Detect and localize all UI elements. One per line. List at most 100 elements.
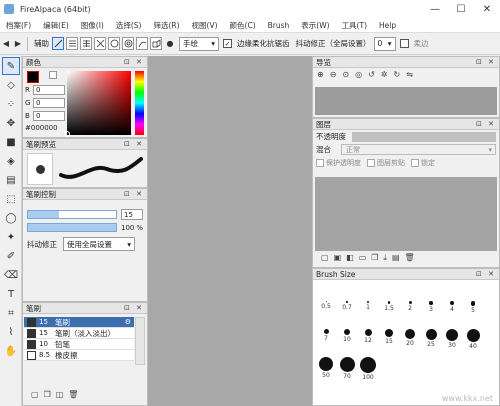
foreground-color-swatch[interactable]	[27, 71, 39, 83]
panel-pin-close-icon[interactable]: ⊡ ✕	[124, 58, 144, 66]
menu-help[interactable]: Help	[373, 21, 402, 30]
layer-blend-select[interactable]: 正常 ▾	[341, 144, 496, 155]
snap-circle-icon[interactable]	[122, 37, 134, 50]
new-1bit-layer-icon[interactable]: ◧	[346, 253, 354, 263]
menu-edit[interactable]: 编辑(E)	[37, 20, 75, 31]
brush-size-cell[interactable]: 7	[317, 329, 335, 342]
toolbar-next-icon[interactable]: ▶	[12, 37, 24, 51]
panel-pin-close-icon[interactable]: ⊡ ✕	[476, 58, 496, 66]
divide-tool-icon[interactable]: ⌗	[2, 304, 20, 322]
dot-tool-icon[interactable]: ⁘	[2, 95, 20, 113]
stabilizer-select[interactable]: 0 ▾	[373, 36, 396, 51]
snap-cross-icon[interactable]	[80, 37, 92, 50]
clear-layer-icon[interactable]: ▤	[392, 253, 400, 263]
eraser-tool-icon[interactable]: ◇	[2, 76, 20, 94]
menu-window[interactable]: 表示(W)	[295, 20, 335, 31]
rotate-right-icon[interactable]: ↻	[394, 70, 401, 79]
layer-opacity-slider[interactable]	[352, 131, 496, 142]
lock-checkbox[interactable]: 锁定	[411, 158, 435, 168]
brush-list-item[interactable]: 15 笔刷 ⚙	[24, 317, 134, 328]
brush-size-cell[interactable]: 100	[359, 357, 377, 381]
hex-value[interactable]: #000000	[25, 124, 65, 132]
brush-size-cell[interactable]: 3	[422, 301, 440, 313]
new-layer-icon[interactable]: ▢	[321, 253, 329, 263]
close-button[interactable]: ✕	[474, 0, 500, 18]
lasso-tool-icon[interactable]: ◯	[2, 209, 20, 227]
brush-size-cell[interactable]: 10	[338, 329, 356, 343]
trash-icon[interactable]: 🗑	[68, 390, 78, 399]
move-tool-icon[interactable]: ✥	[2, 114, 20, 132]
menu-filter[interactable]: 筛选(R)	[147, 20, 185, 31]
menu-file[interactable]: 档案(F)	[0, 20, 37, 31]
brush-size-cell[interactable]: 25	[422, 329, 440, 348]
magic-wand-icon[interactable]: ✦	[2, 228, 20, 246]
folder-icon[interactable]: ▭	[359, 253, 367, 263]
r-field[interactable]: 0	[33, 85, 65, 95]
bucket-tool-icon[interactable]: ◈	[2, 152, 20, 170]
select-tool-icon[interactable]: ⬚	[2, 190, 20, 208]
brush-size-cell[interactable]: 2	[401, 301, 419, 312]
zoom-out-icon[interactable]: ⊖	[330, 70, 337, 79]
duplicate-brush-icon[interactable]: ❐	[44, 390, 51, 399]
brush-size-cell[interactable]: 5	[464, 301, 482, 314]
brush-size-cell[interactable]: 4	[443, 301, 461, 313]
opacity-slider[interactable]	[27, 223, 117, 232]
eyedropper-tool-icon[interactable]: ⌇	[2, 323, 20, 341]
brush-size-cell[interactable]: 15	[380, 329, 398, 345]
hand-tool-icon[interactable]: ✋	[2, 342, 20, 360]
size-slider[interactable]	[27, 210, 117, 219]
snap-off-icon[interactable]	[52, 37, 64, 50]
brush-size-cell[interactable]: 1	[359, 301, 377, 311]
select-eraser-icon[interactable]: ⌫	[2, 266, 20, 284]
toolbar-prev-icon[interactable]: ◀	[0, 37, 12, 51]
brush-size-cell[interactable]: 50	[317, 357, 335, 379]
panel-pin-close-icon[interactable]: ⊡ ✕	[124, 140, 144, 148]
maximize-button[interactable]: ☐	[448, 0, 474, 18]
brush-size-cell[interactable]: 40	[464, 329, 482, 350]
menu-tools[interactable]: 工具(T)	[336, 20, 373, 31]
brush-size-cell[interactable]: 20	[401, 329, 419, 347]
hand-mode-select[interactable]: 手绘 ▾	[179, 36, 219, 51]
layer-list[interactable]	[315, 177, 497, 251]
panel-pin-close-icon[interactable]: ⊡ ✕	[476, 120, 496, 128]
text-tool-icon[interactable]: T	[2, 285, 20, 303]
saturation-value-picker[interactable]	[67, 71, 131, 135]
b-field[interactable]: 0	[33, 111, 65, 121]
stabilizer-mode-select[interactable]: 使用全局设置 ▾	[63, 237, 135, 251]
brush-size-cell[interactable]: 12	[359, 329, 377, 344]
new-brush-icon[interactable]: ▢	[31, 390, 39, 399]
menu-select[interactable]: 选择(S)	[110, 20, 148, 31]
brush-size-cell[interactable]: 1.5	[380, 301, 398, 312]
soft-edge-checkbox[interactable]	[399, 39, 409, 48]
dot-icon[interactable]: ●	[164, 37, 176, 51]
brush-size-cell[interactable]: 0.5	[317, 301, 335, 310]
trash-icon[interactable]: 🗑	[405, 253, 415, 263]
canvas-area[interactable]	[148, 56, 312, 406]
rotate-reset-icon[interactable]: ✲	[381, 70, 388, 79]
zoom-actual-icon[interactable]: ◎	[355, 70, 362, 79]
menu-view[interactable]: 视图(V)	[186, 20, 224, 31]
menu-color[interactable]: 颜色(C)	[224, 20, 262, 31]
copy-brush-icon[interactable]: ◫	[56, 390, 64, 399]
snap-radial-icon[interactable]	[108, 37, 120, 50]
opacity-value[interactable]: 100	[121, 224, 134, 232]
size-value[interactable]: 15	[121, 209, 143, 220]
panel-pin-close-icon[interactable]: ⊡ ✕	[476, 270, 496, 278]
brush-size-cell[interactable]: 70	[338, 357, 356, 380]
brush-tool-icon[interactable]: ✎	[2, 57, 20, 75]
select-pen-icon[interactable]: ✐	[2, 247, 20, 265]
hue-slider[interactable]	[135, 71, 144, 135]
g-field[interactable]: 0	[33, 98, 65, 108]
new-8bit-layer-icon[interactable]: ▣	[334, 253, 342, 263]
panel-pin-close-icon[interactable]: ⊡ ✕	[124, 190, 144, 198]
navigator-preview[interactable]	[315, 87, 497, 115]
zoom-fit-icon[interactable]: ⊙	[342, 70, 349, 79]
brush-size-cell[interactable]: 0.7	[338, 301, 356, 311]
antialias-checkbox[interactable]: ✓	[223, 39, 232, 48]
flip-horizontal-icon[interactable]: ⇋	[406, 70, 413, 79]
brush-size-cell[interactable]: 30	[443, 329, 461, 349]
menu-image[interactable]: 图像(I)	[75, 20, 110, 31]
gradient-tool-icon[interactable]: ▤	[2, 171, 20, 189]
gear-icon[interactable]: ⚙	[125, 318, 131, 326]
panel-pin-close-icon[interactable]: ⊡ ✕	[124, 304, 144, 312]
